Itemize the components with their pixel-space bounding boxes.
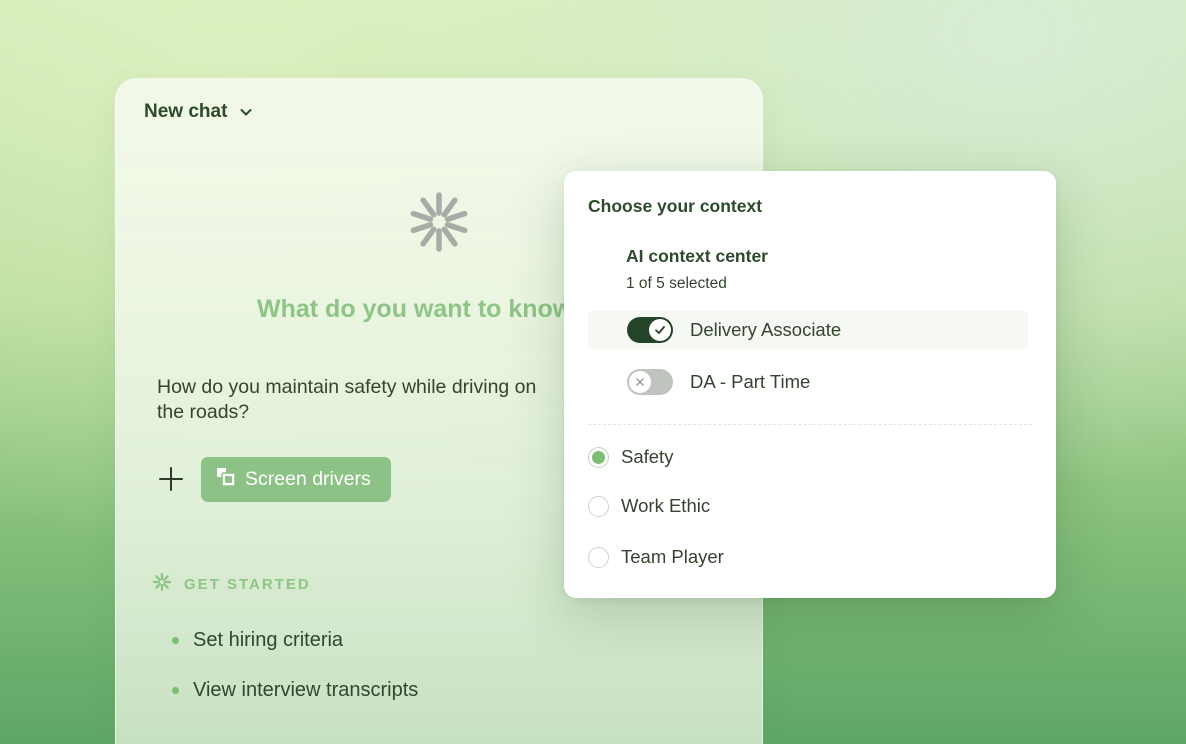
bullet-dot <box>172 686 179 694</box>
radio-option-work-ethic[interactable]: Work Ethic <box>588 491 710 521</box>
radio-label: Work Ethic <box>621 495 711 516</box>
selection-count: 1 of 5 selected <box>626 275 727 292</box>
screen-drivers-label: Screen drivers <box>245 468 371 490</box>
plus-icon <box>159 467 183 491</box>
x-icon <box>629 371 651 393</box>
divider <box>588 424 1032 425</box>
popup-title: Choose your context <box>588 196 763 216</box>
toggle-row-delivery-associate[interactable]: Delivery Associate <box>588 311 1028 349</box>
user-question: How do you maintain safety while driving… <box>157 376 537 423</box>
radio-label: Safety <box>621 446 674 467</box>
chevron-down-icon <box>237 103 255 121</box>
radio-fill <box>592 450 605 464</box>
radio-button[interactable] <box>588 446 609 468</box>
toggle-label: DA - Part Time <box>690 371 811 392</box>
toggle-switch[interactable] <box>627 369 673 395</box>
radio-option-safety[interactable]: Safety <box>588 442 673 472</box>
screen-icon <box>216 467 236 492</box>
get-started-header: GET STARTED <box>152 572 311 597</box>
suggestion-list: Set hiring criteria View interview trans… <box>172 615 418 715</box>
prompt-heading: What do you want to know <box>257 295 573 323</box>
get-started-label: GET STARTED <box>184 576 311 593</box>
bullet-dot <box>172 636 179 644</box>
radio-button[interactable] <box>588 546 609 568</box>
radio-label: Team Player <box>621 546 724 567</box>
toggle-switch[interactable] <box>627 317 673 343</box>
radio-option-team-player[interactable]: Team Player <box>588 542 724 572</box>
add-button[interactable] <box>156 464 186 494</box>
suggestion-item[interactable]: View interview transcripts <box>172 665 418 715</box>
sparkle-icon <box>152 572 172 597</box>
context-section-title: AI context center <box>626 246 768 266</box>
toggle-label: Delivery Associate <box>690 319 842 340</box>
check-icon <box>649 319 671 341</box>
suggestion-item[interactable]: Set hiring criteria <box>172 615 418 665</box>
suggestion-label: Set hiring criteria <box>193 628 344 651</box>
screen-drivers-button[interactable]: Screen drivers <box>201 457 391 502</box>
chat-title-dropdown[interactable]: New chat <box>144 101 255 123</box>
suggestion-label: View interview transcripts <box>193 678 419 701</box>
chat-title: New chat <box>144 101 228 122</box>
toggle-row-da-part-time[interactable]: DA - Part Time <box>588 363 1028 401</box>
context-popup: Choose your context AI context center 1 … <box>564 171 1056 598</box>
spinner-icon <box>408 191 470 253</box>
radio-button[interactable] <box>588 495 609 517</box>
